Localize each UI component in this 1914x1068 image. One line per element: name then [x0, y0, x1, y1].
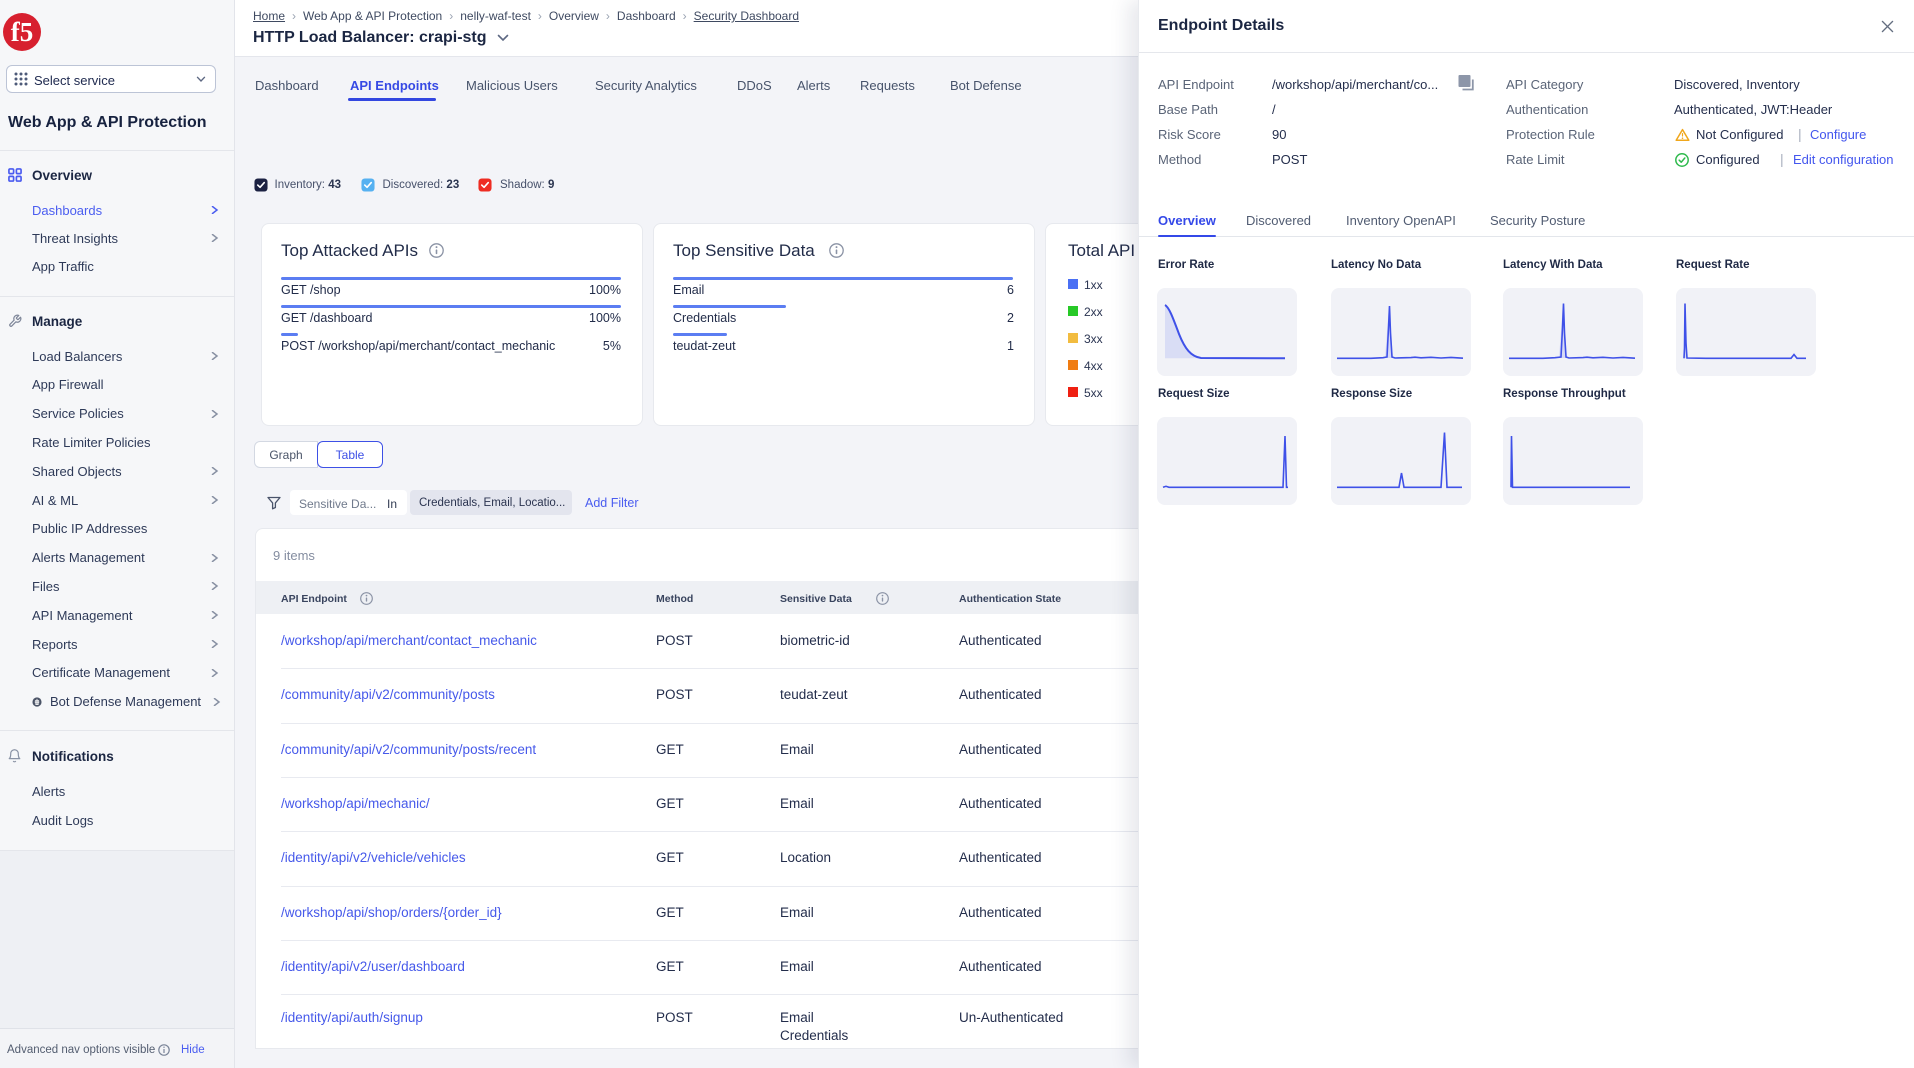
- svg-text:f5: f5: [11, 17, 34, 47]
